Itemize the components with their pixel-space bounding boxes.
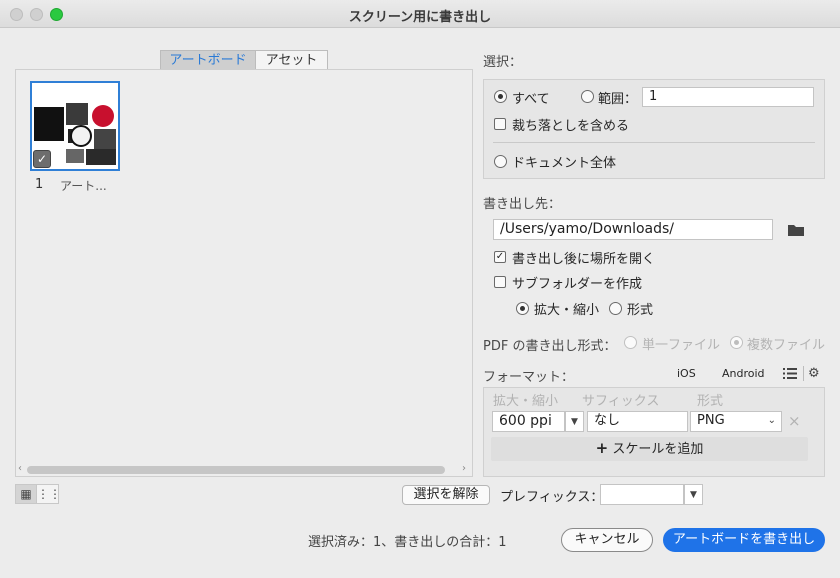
prefix-input[interactable] bbox=[600, 484, 684, 505]
remove-scale-button[interactable]: × bbox=[788, 412, 801, 430]
scroll-right-arrow[interactable]: › bbox=[462, 463, 466, 474]
list-icon[interactable] bbox=[783, 367, 797, 380]
column-format-header: 形式 bbox=[697, 394, 724, 409]
export-summary: 選択済み：1、書き出しの合計：1 bbox=[308, 535, 507, 550]
chevron-down-icon: ▼ bbox=[690, 490, 697, 500]
radio-pdf-multiple-label: 複数ファイル bbox=[747, 338, 826, 353]
suffix-input[interactable]: なし bbox=[587, 411, 688, 432]
artboard-number: 1 bbox=[35, 177, 44, 192]
radio-scale[interactable] bbox=[516, 302, 529, 315]
range-input[interactable]: 1 bbox=[642, 87, 814, 107]
deselect-button[interactable]: 選択を解除 bbox=[402, 485, 490, 505]
selection-label: 選択： bbox=[483, 55, 523, 70]
export-artboards-button[interactable]: アートボードを書き出し bbox=[663, 528, 825, 552]
list-view-icon[interactable]: ⋮⋮ bbox=[37, 484, 61, 504]
cancel-button[interactable]: キャンセル bbox=[561, 528, 653, 552]
radio-whole-document-label: ドキュメント全体 bbox=[512, 156, 617, 171]
radio-pdf-single-label: 単一ファイル bbox=[642, 338, 721, 353]
radio-whole-document[interactable] bbox=[494, 155, 507, 168]
export-to-label: 書き出し先： bbox=[483, 197, 562, 212]
grid-view-icon[interactable]: ▦ bbox=[15, 484, 37, 504]
radio-range[interactable] bbox=[581, 90, 594, 103]
radio-range-label: 範囲： bbox=[598, 92, 638, 107]
scroll-left-arrow[interactable]: ‹ bbox=[18, 463, 22, 474]
gear-icon[interactable]: ⚙ bbox=[808, 367, 820, 380]
artboard-name: アート... bbox=[60, 179, 107, 193]
tab-assets[interactable]: アセット bbox=[256, 50, 328, 70]
window-title: スクリーン用に書き出し bbox=[348, 10, 492, 25]
open-location-label: 書き出し後に場所を開く bbox=[512, 252, 656, 267]
include-bleed-checkbox[interactable] bbox=[494, 118, 506, 130]
radio-scale-label: 拡大・縮小 bbox=[534, 303, 600, 318]
export-path-input[interactable]: /Users/yamo/Downloads/ bbox=[493, 219, 773, 240]
plus-icon: + bbox=[595, 439, 609, 457]
ios-preset-button[interactable]: iOS bbox=[677, 367, 696, 380]
folder-icon[interactable] bbox=[787, 223, 805, 237]
selection-divider bbox=[493, 142, 815, 143]
create-subfolders-checkbox[interactable] bbox=[494, 276, 506, 288]
scale-dropdown-button[interactable]: ▼ bbox=[565, 411, 584, 432]
android-preset-button[interactable]: Android bbox=[722, 367, 765, 380]
radio-format-label: 形式 bbox=[627, 303, 654, 318]
chevron-down-icon: ▼ bbox=[571, 417, 578, 427]
prefix-dropdown-button[interactable]: ▼ bbox=[684, 484, 703, 505]
prefix-label: プレフィックス： bbox=[500, 490, 604, 505]
add-scale-button[interactable]: + スケールを追加 bbox=[491, 437, 808, 461]
format-select[interactable]: PNG ⌄ bbox=[690, 411, 782, 432]
tab-artboard[interactable]: アートボード bbox=[160, 50, 256, 70]
radio-all[interactable] bbox=[494, 90, 507, 103]
chevron-down-icon: ⌄ bbox=[767, 415, 776, 426]
horizontal-scrollbar[interactable] bbox=[27, 466, 445, 474]
radio-all-label: すべて bbox=[512, 92, 550, 107]
radio-pdf-multiple[interactable] bbox=[730, 336, 743, 349]
open-location-checkbox[interactable]: ✓ bbox=[494, 251, 506, 263]
artboard-checkbox[interactable]: ✓ bbox=[33, 150, 51, 168]
include-bleed-label: 裁ち落としを含める bbox=[512, 119, 630, 134]
create-subfolders-label: サブフォルダーを作成 bbox=[512, 277, 643, 292]
column-scale-header: 拡大・縮小 bbox=[493, 394, 559, 409]
format-select-value: PNG bbox=[697, 413, 725, 428]
formats-label: フォーマット： bbox=[483, 370, 575, 385]
column-suffix-header: サフィックス bbox=[582, 394, 660, 409]
scale-combo-input[interactable]: 600 ppi bbox=[492, 411, 565, 432]
radio-format[interactable] bbox=[609, 302, 622, 315]
radio-pdf-single[interactable] bbox=[624, 336, 637, 349]
toolbar-divider bbox=[803, 366, 804, 381]
pdf-format-label: PDF の書き出し形式： bbox=[483, 339, 617, 354]
add-scale-label: スケールを追加 bbox=[612, 442, 704, 457]
